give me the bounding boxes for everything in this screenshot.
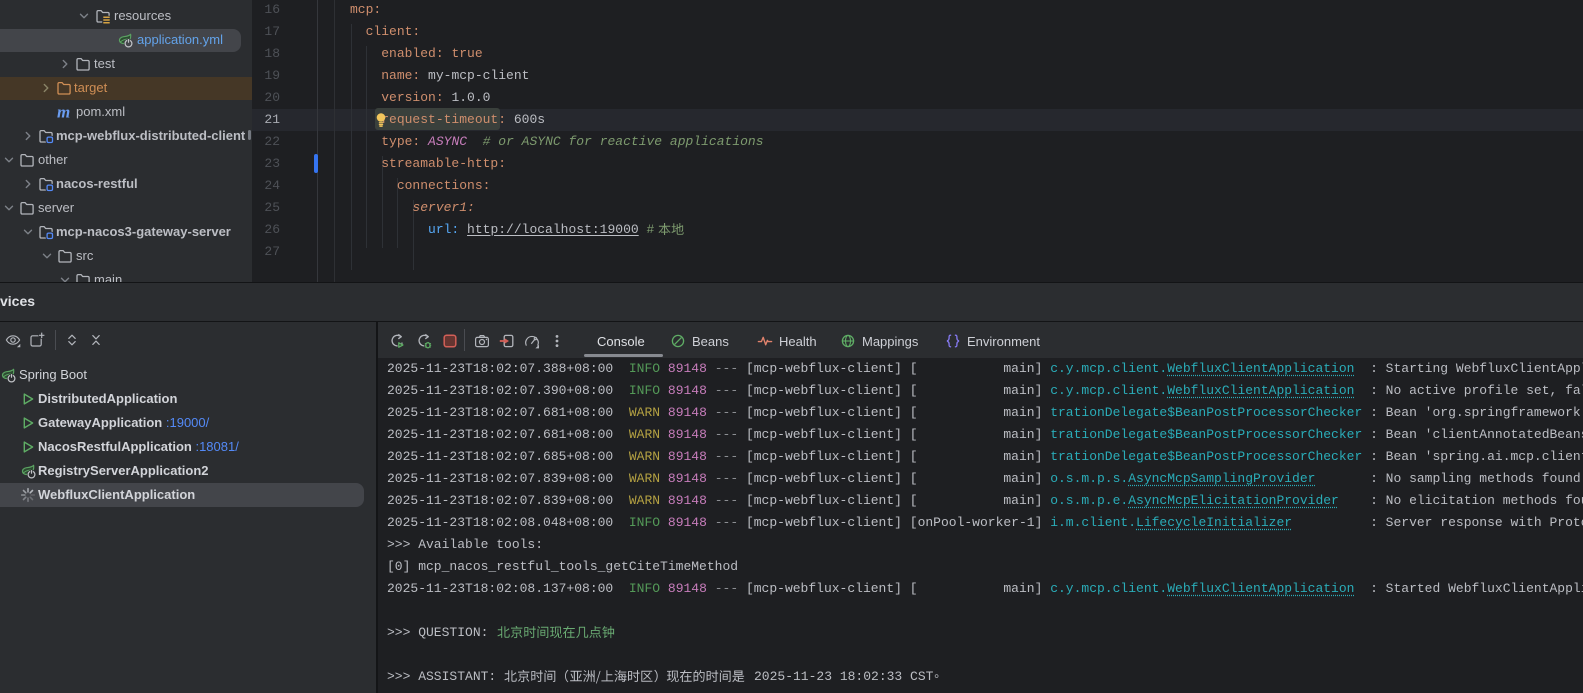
svg-text:m: m — [57, 104, 70, 120]
